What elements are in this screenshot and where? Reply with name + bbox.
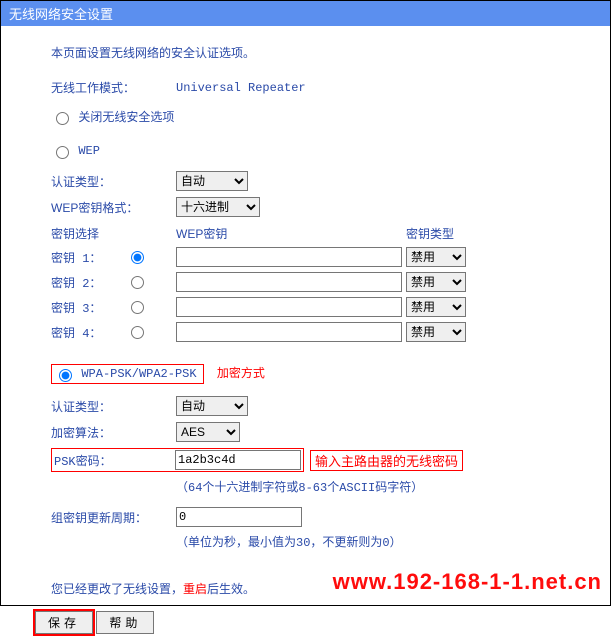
wpa-algo-select[interactable]: AES — [176, 422, 240, 442]
radio-disable-label: 关闭无线安全选项 — [78, 111, 174, 125]
wep-col-select: 密钥选择 — [51, 225, 176, 242]
wireless-mode-value: Universal Repeater — [176, 81, 306, 95]
radio-disable-security[interactable]: 关闭无线安全选项 — [51, 108, 590, 125]
wep-key2-type[interactable]: 禁用 — [406, 272, 466, 292]
wep-key2-label: 密钥 2： — [51, 274, 126, 291]
wpa-auth-select[interactable]: 自动 — [176, 396, 248, 416]
wep-key3-input[interactable] — [176, 297, 402, 317]
wep-key-row-3: 密钥 3： 禁用 — [51, 297, 590, 317]
wpa-auth-label: 认证类型： — [51, 398, 176, 415]
wep-key2-input[interactable] — [176, 272, 402, 292]
radio-disable-input[interactable] — [56, 112, 69, 125]
psk-input[interactable] — [175, 450, 301, 470]
watermark: www.192-168-1-1.net.cn — [333, 569, 602, 595]
wep-keyfmt-label: WEP密钥格式： — [51, 199, 176, 216]
wep-key2-radio[interactable] — [131, 276, 144, 289]
wireless-mode-label: 无线工作模式： — [51, 79, 176, 96]
wireless-mode-row: 无线工作模式： Universal Repeater — [51, 79, 590, 96]
radio-wep[interactable]: WEP — [51, 143, 590, 159]
psk-row-box: PSK密码： — [51, 448, 304, 472]
panel-header: 无线网络安全设置 — [1, 1, 610, 26]
wep-auth-select[interactable]: 自动 — [176, 171, 248, 191]
wep-key-row-2: 密钥 2： 禁用 — [51, 272, 590, 292]
radio-wpa-input[interactable] — [59, 369, 72, 382]
interval-input[interactable] — [176, 507, 302, 527]
help-button[interactable]: 帮助 — [96, 611, 154, 634]
radio-wpa-box: WPA-PSK/WPA2-PSK — [51, 364, 204, 384]
radio-wpa-label: WPA-PSK/WPA2-PSK — [81, 367, 196, 381]
wep-key1-label: 密钥 1： — [51, 249, 126, 266]
psk-annotation: 输入主路由器的无线密码 — [310, 450, 463, 471]
wep-auth-label: 认证类型： — [51, 173, 176, 190]
wep-key1-radio[interactable] — [131, 251, 144, 264]
wep-col-type: 密钥类型 — [406, 225, 486, 242]
wep-key3-label: 密钥 3： — [51, 299, 126, 316]
enc-method-label: 加密方式 — [217, 366, 265, 380]
wep-key4-radio[interactable] — [131, 326, 144, 339]
radio-wep-label: WEP — [78, 144, 100, 158]
psk-label: PSK密码： — [54, 452, 175, 469]
wep-keyfmt-select[interactable]: 十六进制 — [176, 197, 260, 217]
interval-label: 组密钥更新周期： — [51, 509, 176, 526]
wep-key3-radio[interactable] — [131, 301, 144, 314]
wpa-algo-label: 加密算法： — [51, 424, 176, 441]
save-button[interactable]: 保存 — [35, 611, 93, 634]
wep-col-key: WEP密钥 — [176, 225, 406, 242]
interval-hint: （单位为秒，最小值为30，不更新则为0） — [176, 533, 590, 550]
panel-title: 无线网络安全设置 — [9, 7, 113, 22]
wep-key3-type[interactable]: 禁用 — [406, 297, 466, 317]
wep-key1-input[interactable] — [176, 247, 402, 267]
wep-key4-label: 密钥 4： — [51, 324, 126, 341]
wep-key1-type[interactable]: 禁用 — [406, 247, 466, 267]
wep-key-row-1: 密钥 1： 禁用 — [51, 247, 590, 267]
wep-key4-input[interactable] — [176, 322, 402, 342]
intro-text: 本页面设置无线网络的安全认证选项。 — [51, 44, 590, 61]
restart-link[interactable]: 重启 — [183, 582, 207, 596]
wep-key4-type[interactable]: 禁用 — [406, 322, 466, 342]
radio-wep-input[interactable] — [56, 146, 69, 159]
psk-hint: （64个十六进制字符或8-63个ASCII码字符） — [176, 478, 590, 495]
wep-key-row-4: 密钥 4： 禁用 — [51, 322, 590, 342]
